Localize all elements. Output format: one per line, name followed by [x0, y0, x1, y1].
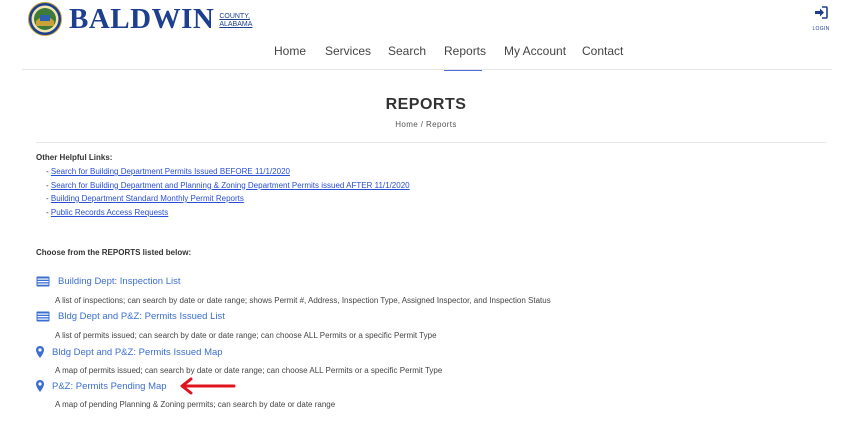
- report-link-permits-issued-map[interactable]: Bldg Dept and P&Z: Permits Issued Map: [52, 347, 223, 358]
- helpful-links-title: Other Helpful Links:: [36, 153, 113, 162]
- link-monthly-permit-reports[interactable]: Building Department Standard Monthly Per…: [51, 194, 244, 203]
- report-description: A map of pending Planning & Zoning permi…: [55, 400, 336, 409]
- map-pin-icon: [36, 380, 44, 392]
- report-link-inspection-list[interactable]: Building Dept: Inspection List: [58, 276, 181, 287]
- county-logo[interactable]: BALDWIN COUNTY, ALABAMA: [28, 2, 252, 36]
- nav-home[interactable]: Home: [274, 44, 306, 58]
- brand-name: BALDWIN: [69, 3, 215, 35]
- report-header: P&Z: Permits Pending Map: [36, 380, 167, 392]
- report-item-permits-issued-map: Bldg Dept and P&Z: Permits Issued Map A …: [36, 346, 442, 375]
- reports-intro: Choose from the REPORTS listed below:: [36, 248, 192, 257]
- login-label: LOGIN: [812, 26, 830, 32]
- list-item: - Search for Building Department and Pla…: [46, 179, 410, 193]
- annotation-arrow-icon: [180, 377, 236, 395]
- report-link-permits-issued-list[interactable]: Bldg Dept and P&Z: Permits Issued List: [58, 311, 225, 322]
- section-divider: [36, 142, 826, 143]
- report-description: A list of inspections; can search by dat…: [55, 296, 551, 305]
- site-header: BALDWIN COUNTY, ALABAMA LOGIN Home Servi…: [0, 0, 862, 72]
- nav-my-account[interactable]: My Account: [504, 44, 566, 58]
- report-header: Bldg Dept and P&Z: Permits Issued Map: [36, 346, 223, 358]
- brand-subtitle-state: ALABAMA: [219, 21, 253, 28]
- report-description: A list of permits issued; can search by …: [55, 331, 437, 340]
- header-divider: [22, 69, 832, 70]
- login-button[interactable]: LOGIN: [806, 6, 836, 32]
- helpful-links-list: - Search for Building Department Permits…: [46, 165, 410, 219]
- nav-contact[interactable]: Contact: [582, 44, 623, 58]
- list-item: - Search for Building Department Permits…: [46, 165, 410, 179]
- list-icon: [36, 276, 50, 287]
- report-header: Bldg Dept and P&Z: Permits Issued List: [36, 311, 225, 322]
- report-item-permits-pending-map: P&Z: Permits Pending Map A map of pendin…: [36, 380, 335, 409]
- list-item: - Public Records Access Requests: [46, 206, 410, 220]
- link-permits-before-2020[interactable]: Search for Building Department Permits I…: [51, 167, 290, 176]
- map-pin-icon: [36, 346, 44, 358]
- link-permits-after-2020[interactable]: Search for Building Department and Plann…: [51, 181, 410, 190]
- page-title: REPORTS: [385, 96, 467, 113]
- report-item-inspection-list: Building Dept: Inspection List A list of…: [36, 276, 551, 305]
- list-icon: [36, 311, 50, 322]
- login-icon: [815, 6, 828, 19]
- report-header: Building Dept: Inspection List: [36, 276, 181, 287]
- breadcrumb: Home / Reports: [395, 120, 457, 129]
- county-seal-icon: [28, 2, 62, 36]
- nav-services[interactable]: Services: [325, 44, 371, 58]
- report-link-permits-pending-map[interactable]: P&Z: Permits Pending Map: [52, 381, 167, 392]
- report-item-permits-issued-list: Bldg Dept and P&Z: Permits Issued List A…: [36, 311, 437, 340]
- nav-search[interactable]: Search: [388, 44, 426, 58]
- link-public-records-requests[interactable]: Public Records Access Requests: [51, 208, 168, 217]
- list-item: - Building Department Standard Monthly P…: [46, 192, 410, 206]
- brand-subtitle: COUNTY, ALABAMA: [219, 13, 252, 29]
- report-description: A map of permits issued; can search by d…: [55, 366, 443, 375]
- nav-reports[interactable]: Reports: [444, 44, 486, 58]
- brand-subtitle-county: COUNTY,: [219, 13, 250, 20]
